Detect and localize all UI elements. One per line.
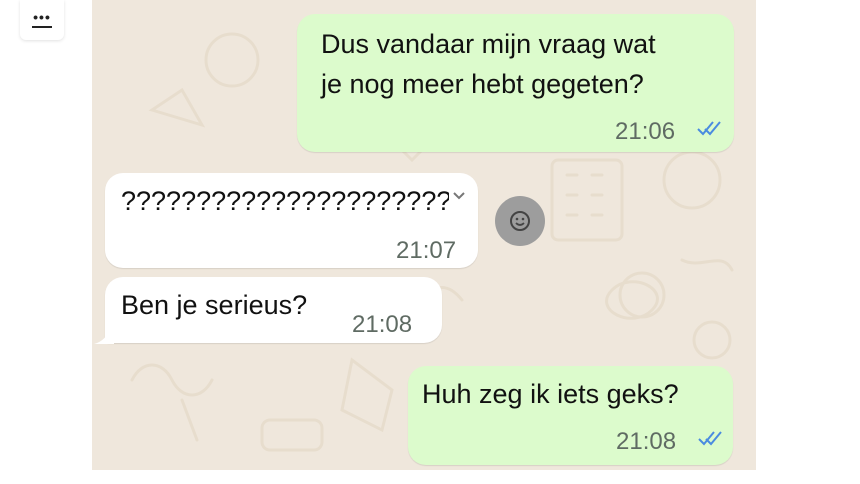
message-time: 21:07 — [396, 237, 457, 264]
message-time: 21:08 — [352, 311, 413, 338]
more-menu-icon: ••• — [33, 9, 51, 25]
message-text: Ben je serieus? — [121, 290, 308, 320]
reaction-button[interactable] — [495, 196, 545, 246]
double-check-read-icon — [698, 431, 722, 446]
emoji-smile-icon — [510, 211, 530, 231]
chat-area[interactable]: Dus vandaar mijn vraag wat je nog meer h… — [92, 0, 756, 470]
double-check-read-icon — [697, 121, 721, 136]
bubble-tail — [94, 328, 114, 344]
incoming-message[interactable]: Ben je serieus? 21:08 — [105, 277, 442, 343]
message-time: 21:08 — [616, 428, 677, 455]
outgoing-message[interactable]: Huh zeg ik iets geks? 21:08 — [408, 366, 733, 465]
message-text: Huh zeg ik iets geks? — [422, 379, 679, 409]
message-time: 21:06 — [615, 118, 676, 145]
message-text-line: Dus vandaar mijn vraag wat — [321, 29, 656, 59]
chevron-down-icon[interactable] — [449, 185, 469, 205]
incoming-message[interactable]: ?????????????????????? 21:07 — [105, 173, 478, 268]
more-menu-button[interactable]: ••• — [20, 0, 64, 40]
message-text: ?????????????????????? — [121, 186, 452, 216]
outgoing-message[interactable]: Dus vandaar mijn vraag wat je nog meer h… — [297, 14, 734, 152]
message-text-line: je nog meer hebt gegeten? — [321, 69, 644, 99]
